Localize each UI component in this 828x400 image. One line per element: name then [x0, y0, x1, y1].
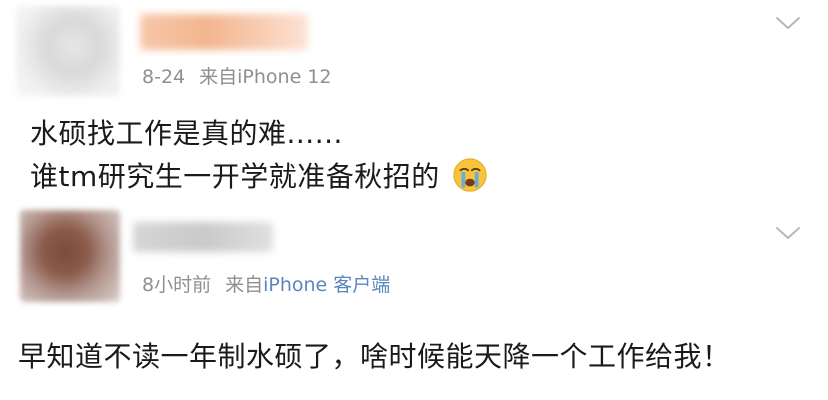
comment-meta: 8小时前 来自iPhone 客户端 [142, 270, 390, 297]
comment-text-line: 水硕找工作是真的难...... [30, 117, 343, 150]
username-blurred[interactable] [140, 14, 308, 50]
source-prefix: 来自 [225, 274, 264, 296]
source-prefix: 来自 [199, 66, 238, 88]
comment-text-line: 谁tm研究生一开学就准备秋招的 [30, 155, 489, 195]
comment-text-span: 谁tm研究生一开学就准备秋招的 [30, 160, 440, 193]
chevron-down-icon[interactable] [775, 225, 801, 241]
avatar[interactable] [20, 210, 120, 302]
comment-text: 早知道不读一年制水硕了，啥时候能天降一个工作给我！ [18, 340, 731, 373]
comment-meta: 8-24 来自iPhone 12 [142, 62, 332, 89]
comment-feed: 8-24 来自iPhone 12 水硕找工作是真的难...... 谁tm研究生一开… [0, 0, 828, 400]
comment-date: 8小时前 [142, 274, 212, 296]
username-blurred[interactable] [133, 222, 273, 252]
source-device: iPhone 12 [237, 66, 332, 88]
crying-face-emoji-icon [453, 158, 487, 192]
avatar[interactable] [16, 6, 120, 96]
chevron-down-icon[interactable] [775, 15, 801, 31]
comment-date: 8-24 [142, 66, 186, 88]
source-device-link[interactable]: iPhone 客户端 [263, 274, 390, 296]
